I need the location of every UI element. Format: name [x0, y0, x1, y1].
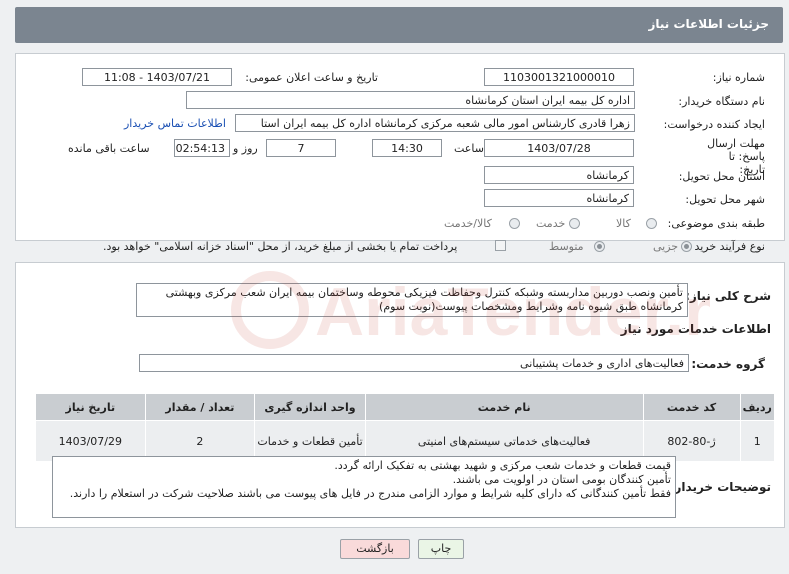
deadline-time-field: 14:30 — [372, 139, 442, 157]
category-radio-goods-service[interactable] — [509, 218, 520, 229]
buyer-contact-link[interactable]: اطلاعات تماس خریدار — [124, 117, 226, 130]
deadline-date-field: 1403/07/28 — [484, 139, 634, 157]
payment-note: پرداخت تمام یا بخشی از مبلغ خرید، از محل… — [103, 240, 458, 253]
col-name: نام خدمت — [364, 393, 644, 421]
col-code: کد خدمت — [642, 393, 741, 421]
page-header: جزئیات اطلاعات نیاز — [15, 7, 783, 43]
process-option-medium: متوسط — [549, 240, 584, 253]
col-date: تاریخ نیاز — [35, 393, 146, 421]
services-title: اطلاعات خدمات مورد نیاز — [620, 322, 771, 336]
deadline-time-label: ساعت — [454, 142, 484, 155]
buyer-note-line: فقط تأمین کنندگانی که دارای کلیه شرایط و… — [69, 487, 671, 500]
summary-textarea: تأمین ونصب دوربین مداربسته وشبکه کنترل و… — [136, 283, 688, 317]
announce-label: تاریخ و ساعت اعلان عمومی: — [245, 71, 378, 84]
buyer-notes-textarea: قیمت قطعات و خدمات شعب مرکزی و شهید بهشت… — [52, 456, 676, 518]
buyer-label: نام دستگاه خریدار: — [678, 95, 765, 108]
announce-field: 1403/07/21 - 11:08 — [82, 68, 232, 86]
table-header-row: ردیف کد خدمت نام خدمت واحد اندازه گیری ت… — [35, 393, 776, 421]
need-number-field: 1103001321000010 — [484, 68, 634, 86]
creator-field: زهرا قادری کارشناس امور مالی شعبه مرکزی … — [235, 114, 635, 132]
service-group-label: گروه خدمت: — [691, 357, 765, 371]
days-field: 7 — [266, 139, 336, 157]
category-option-goods-service: کالا/خدمت — [444, 217, 492, 230]
remaining-label: ساعت باقی مانده — [68, 142, 150, 155]
col-qty: تعداد / مقدار — [144, 393, 256, 421]
remaining-time-field: 02:54:13 — [174, 139, 230, 157]
print-button[interactable]: چاپ — [418, 539, 464, 559]
col-unit: واحد اندازه گیری — [254, 393, 366, 421]
category-radio-service[interactable] — [569, 218, 580, 229]
days-label: روز و — [233, 142, 258, 155]
services-table: ردیف کد خدمت نام خدمت واحد اندازه گیری ت… — [35, 393, 776, 462]
category-radio-goods[interactable] — [646, 218, 657, 229]
category-option-service: خدمت — [536, 217, 566, 230]
city-label: شهر محل تحویل: — [685, 193, 765, 206]
province-field: کرمانشاه — [484, 166, 634, 184]
buyer-note-line: قیمت قطعات و خدمات شعب مرکزی و شهید بهشت… — [334, 459, 671, 472]
process-label: نوع فرآیند خرید : — [687, 240, 765, 253]
need-number-label: شماره نیاز: — [712, 71, 765, 84]
back-button[interactable]: بازگشت — [340, 539, 410, 559]
process-radio-medium[interactable] — [594, 241, 605, 252]
process-radio-minor[interactable] — [681, 241, 692, 252]
creator-label: ایجاد کننده درخواست: — [663, 118, 765, 131]
page-title: جزئیات اطلاعات نیاز — [648, 17, 769, 31]
city-field: کرمانشاه — [484, 189, 634, 207]
category-label: طبقه بندی موضوعی: — [667, 217, 765, 230]
province-label: استان محل تحویل: — [678, 170, 765, 183]
cell-row: 1 — [739, 420, 776, 462]
process-option-minor: جزیی — [653, 240, 679, 253]
buyer-note-line: تأمین کنندگان بومی استان در اولویت می با… — [452, 473, 671, 486]
col-row: ردیف — [739, 393, 776, 421]
payment-checkbox[interactable] — [495, 240, 506, 251]
summary-label: شرح کلی نیاز: — [685, 289, 771, 303]
buyer-notes-label: توضیحات خریدار: — [669, 480, 771, 494]
category-option-goods: کالا — [616, 217, 631, 230]
buyer-field: اداره کل بیمه ایران استان کرمانشاه — [186, 91, 635, 109]
service-group-field: فعالیت‌های اداری و خدمات پشتیبانی — [139, 354, 689, 372]
